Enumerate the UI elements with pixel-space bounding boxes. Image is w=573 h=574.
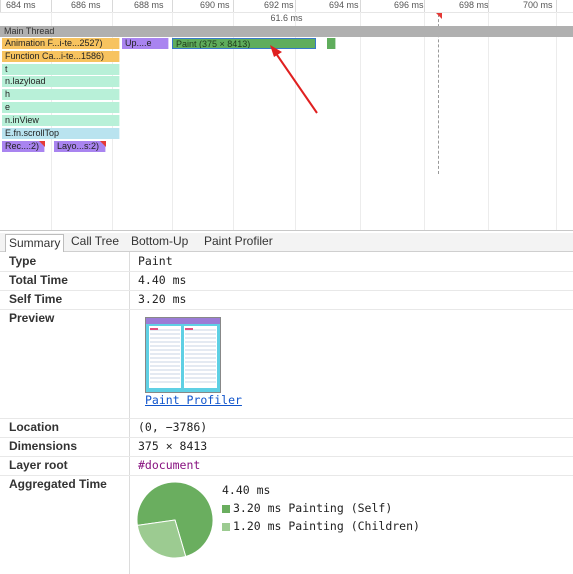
legend-item-self: 3.20 ms Painting (Self) <box>233 501 393 515</box>
detail-key: Layer root <box>9 458 68 472</box>
aggregated-time-pie-chart <box>136 481 214 559</box>
detail-key: Aggregated Time <box>9 477 107 491</box>
detail-key: Preview <box>9 311 55 325</box>
detail-row-layer-root: Layer root #document <box>0 456 573 476</box>
detail-row-dimensions: Dimensions 375 × 8413 <box>0 437 573 457</box>
detail-row-total-time: Total Time 4.40 ms <box>0 271 573 291</box>
detail-value: 4.40 ms <box>138 273 187 287</box>
paint-profiler-link[interactable]: Paint Profiler <box>145 393 242 407</box>
tab-summary[interactable]: Summary <box>5 234 65 252</box>
detail-key: Self Time <box>9 292 63 306</box>
aggregated-total-label: 4.40 ms <box>222 483 271 497</box>
detail-key: Location <box>9 420 59 434</box>
legend-swatch-children <box>222 523 230 531</box>
detail-value: Paint <box>138 254 173 268</box>
tab-paint-profiler[interactable]: Paint Profiler <box>201 233 276 250</box>
detail-value: (0, −3786) <box>138 420 208 434</box>
panel-divider <box>0 230 573 231</box>
annotation-arrow-icon <box>270 45 318 114</box>
detail-value: 3.20 ms <box>138 292 187 306</box>
tab-call-tree[interactable]: Call Tree <box>68 233 122 250</box>
detail-value: 375 × 8413 <box>138 439 208 453</box>
detail-key: Type <box>9 254 37 268</box>
detail-key: Total Time <box>9 273 68 287</box>
layer-root-link[interactable]: #document <box>138 458 200 472</box>
tab-bottom-up[interactable]: Bottom-Up <box>128 233 191 250</box>
legend-swatch-self <box>222 505 230 513</box>
detail-row-type: Type Paint <box>0 252 573 272</box>
legend-item-children: 1.20 ms Painting (Children) <box>233 519 420 533</box>
details-tabbar: Summary Call Tree Bottom-Up Paint Profil… <box>0 233 573 252</box>
detail-key: Dimensions <box>9 439 78 453</box>
detail-row-preview: Preview <box>0 309 573 419</box>
detail-row-location: Location (0, −3786) <box>0 418 573 438</box>
preview-image <box>146 318 220 392</box>
paint-preview-thumbnail[interactable] <box>145 317 221 393</box>
detail-row-self-time: Self Time 3.20 ms <box>0 290 573 310</box>
